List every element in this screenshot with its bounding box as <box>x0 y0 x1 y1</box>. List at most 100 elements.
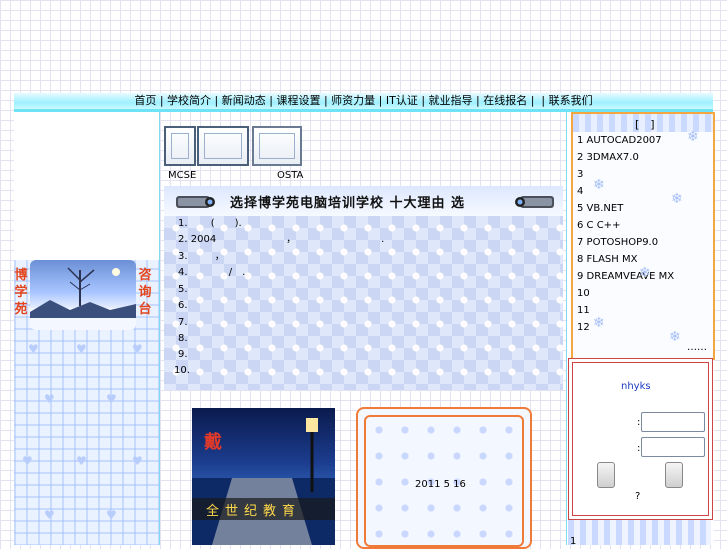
nav-item[interactable]: 首页 <box>134 94 156 107</box>
right-title-char-1: 咨 <box>138 268 152 283</box>
courses-panel: [ ] 1 AUTOCAD2007 2 3DMAX7.0 3 4 5 VB.NE… <box>571 112 715 360</box>
nav-item[interactable]: 课程设置 <box>276 94 320 107</box>
osta-label: OSTA <box>277 170 304 181</box>
reason-row: 10. <box>174 364 190 378</box>
nav-separator: | <box>417 94 429 107</box>
username-label: : <box>637 417 641 428</box>
course-item[interactable]: 4 <box>577 183 583 200</box>
heart-icon: ♥ <box>132 454 143 468</box>
calligraphy-glyph: 戴 <box>204 432 222 453</box>
reason-number: 8. <box>178 333 188 344</box>
mcse-label: MCSE <box>168 170 197 181</box>
left-top-band <box>14 112 159 260</box>
course-item[interactable]: 11 <box>577 302 590 319</box>
login-button[interactable] <box>597 462 615 488</box>
course-item[interactable]: 6 C C++ <box>577 217 620 234</box>
snowflake-icon: ❄ <box>593 177 605 193</box>
reason-text: 2004 ， . <box>190 234 385 245</box>
reason-number: 3. <box>178 251 188 262</box>
password-input[interactable] <box>641 437 705 457</box>
courses-header-text: [ ] <box>635 118 655 131</box>
course-item[interactable]: 12 <box>577 319 590 336</box>
nav-separator: | <box>211 94 222 107</box>
course-item[interactable]: 5 VB.NET <box>577 200 623 217</box>
left-column: 博 学 苑 咨 询 台 ♥ ♥ ♥ ♥ ♥ ♥ ♥ ♥ ♥ ♥ <box>14 112 160 545</box>
nav-item[interactable]: 在线报名 <box>483 94 527 107</box>
nav-separator: | <box>472 94 484 107</box>
nav-separator: | <box>320 94 332 107</box>
nav-separator: | <box>375 94 386 107</box>
banner-title: 选择博学苑电脑培训学校 十大理由 选 <box>230 196 466 211</box>
course-item[interactable]: 7 POTOSHOP9.0 <box>577 234 658 251</box>
course-item[interactable]: 1 AUTOCAD2007 <box>577 132 662 149</box>
reason-row: 4. / . <box>178 266 245 280</box>
snowflake-icon: ❄ <box>671 191 683 207</box>
reason-row: 1. ( ). <box>178 217 242 231</box>
nav-item[interactable]: 新闻动态 <box>222 94 266 107</box>
heart-icon: ♥ <box>106 392 117 406</box>
courses-more-link[interactable]: …… <box>687 342 707 353</box>
right-bottom-text: 1 <box>570 536 577 547</box>
reason-number: 10. <box>174 365 190 376</box>
reason-row: 6. <box>178 299 188 313</box>
nav-item[interactable]: IT认证 <box>386 94 418 107</box>
reason-row: 5. <box>178 283 188 297</box>
right-title-char-2: 询 <box>138 285 152 300</box>
nav-separator: | <box>537 94 549 107</box>
login-inner: nhyks : : ? <box>572 362 709 516</box>
reason-number: 4. <box>178 267 188 278</box>
nav-item[interactable]: 学校简介 <box>167 94 211 107</box>
certificate-image-2[interactable] <box>197 126 249 166</box>
projector-icon <box>176 196 215 208</box>
reason-row: 9. <box>178 348 188 362</box>
snowflake-icon: ❄ <box>687 129 699 145</box>
heart-icon: ♥ <box>44 392 55 406</box>
snowflake-icon: ❄ <box>669 329 681 345</box>
nav-separator: | <box>156 94 168 107</box>
username-input[interactable] <box>641 412 705 432</box>
register-button[interactable] <box>665 462 683 488</box>
heart-icon: ♥ <box>22 454 33 468</box>
nav-item[interactable]: 师资力量 <box>331 94 375 107</box>
projector-icon <box>515 196 554 208</box>
right-bottom-panel: 1 <box>568 520 711 547</box>
course-item[interactable]: 8 FLASH MX <box>577 251 637 268</box>
course-item[interactable]: 9 DREAMVEAVE MX <box>577 268 674 285</box>
nav-item[interactable]: 联系我们 <box>549 94 593 107</box>
course-item[interactable]: 10 <box>577 285 590 302</box>
certificate-image-1[interactable] <box>164 126 196 166</box>
reason-number: 2. <box>178 234 188 245</box>
snowflake-icon: ❄ <box>639 265 651 281</box>
password-label: : <box>637 443 641 454</box>
course-item[interactable]: 3 <box>577 166 583 183</box>
reason-text: ( ). <box>210 218 242 229</box>
notice-board: 2011 5 16 <box>356 407 532 549</box>
reasons-banner: 选择博学苑电脑培训学校 十大理由 选 <box>164 186 563 216</box>
reason-number: 9. <box>178 349 188 360</box>
reason-number: 1. <box>178 218 188 229</box>
notice-date: 2011 5 16 <box>415 479 466 490</box>
heart-icon: ♥ <box>28 342 39 356</box>
left-title-char-2: 学 <box>14 285 28 300</box>
forgot-password-link[interactable]: ? <box>635 491 640 502</box>
nav-item[interactable]: 就业指导 <box>429 94 473 107</box>
heart-icon: ♥ <box>132 342 143 356</box>
heart-icon: ♥ <box>106 508 117 522</box>
snowflake-icon: ❄ <box>593 315 605 331</box>
reason-row: 3. ， <box>178 250 225 264</box>
reason-text: / . <box>218 267 246 278</box>
photo-caption: 全世纪教育 <box>206 504 302 519</box>
reason-row: 2. 2004 ， . <box>178 233 384 247</box>
course-item[interactable]: 2 3DMAX7.0 <box>577 149 639 166</box>
left-title-char-1: 博 <box>14 268 28 283</box>
certificate-image-3[interactable] <box>252 126 302 166</box>
heart-icon: ♥ <box>44 508 55 522</box>
heart-icon: ♥ <box>76 342 87 356</box>
top-nav: 首页 | 学校简介 | 新闻动态 | 课程设置 | 师资力量 | IT认证 | … <box>14 93 713 109</box>
school-photo[interactable]: 戴 全世纪教育 <box>192 408 335 545</box>
reason-row: 7. <box>178 316 188 330</box>
winter-scene-image <box>30 260 136 330</box>
nav-separator: | <box>265 94 277 107</box>
reason-row: 8. <box>178 332 188 346</box>
login-title: nhyks <box>621 381 651 392</box>
